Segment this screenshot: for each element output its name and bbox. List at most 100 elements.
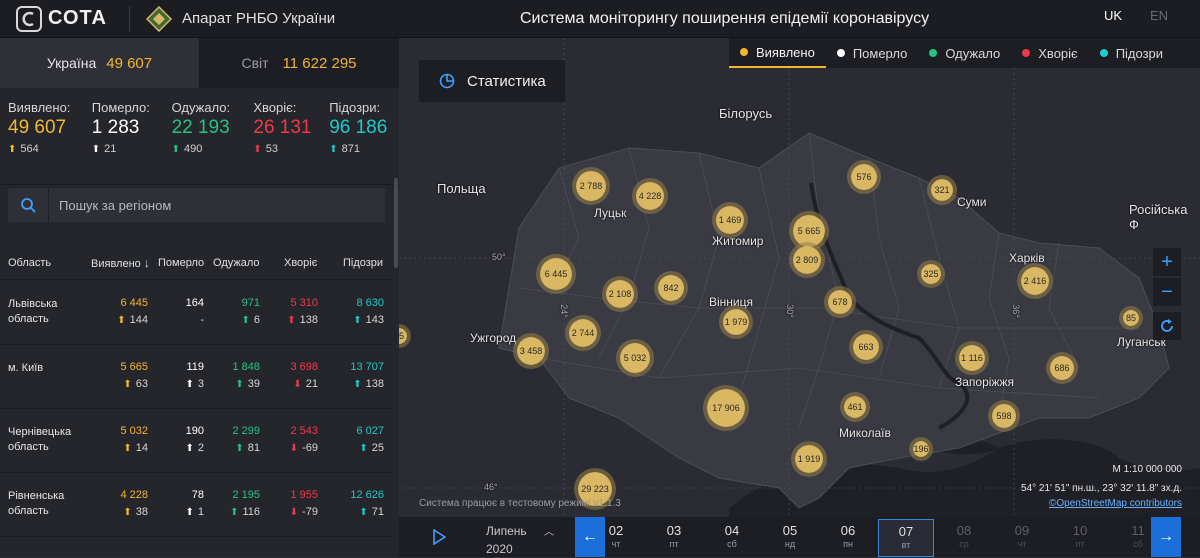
- map-cluster[interactable]: 1 979: [719, 305, 753, 339]
- stat-delta: ⬆ 490: [172, 143, 254, 155]
- cell-delta-value: -: [200, 314, 204, 326]
- table-row[interactable]: м. Київ 5 665 ⬆ 63 119 ⬆ 3 1 848 ⬆ 39 3 698 ⬇ 21 13 7…: [0, 345, 390, 409]
- day-number: 07: [898, 524, 914, 539]
- map-cluster[interactable]: 85: [1119, 306, 1143, 330]
- day-weekday: пт: [669, 539, 679, 549]
- timeline-day[interactable]: 02 чт: [588, 523, 644, 549]
- map-cluster[interactable]: 1 116: [955, 341, 989, 375]
- column-header-0[interactable]: Область: [8, 257, 51, 269]
- cell-delta-value: 63: [135, 378, 148, 390]
- table-row[interactable]: Львівська область 6 445 ⬆ 144 164-971 ⬆ 6 5 310 ⬆…: [0, 281, 390, 345]
- map-cluster[interactable]: 678: [824, 286, 856, 318]
- map-cluster[interactable]: 461: [840, 392, 870, 422]
- search-input[interactable]: [48, 188, 385, 222]
- lang-uk-button[interactable]: UK: [1104, 8, 1122, 23]
- timeline-day[interactable]: 07 вт: [878, 519, 934, 557]
- lang-en-button[interactable]: EN: [1150, 8, 1168, 23]
- stat-value: 22 193: [171, 117, 230, 138]
- map-cluster[interactable]: 5 032: [616, 339, 654, 377]
- stat-delta: ⬆ 564: [8, 143, 92, 155]
- timeline-day[interactable]: 05 нд: [762, 523, 818, 549]
- map-label-sumy: Суми: [957, 195, 987, 209]
- cell-sick-delta: ⬆ 138: [287, 314, 318, 326]
- zoom-in-button[interactable]: +: [1153, 248, 1181, 276]
- legend-item-4[interactable]: Підозри: [1089, 38, 1174, 68]
- cell-detected-delta: ⬆ 144: [117, 314, 148, 326]
- cell-recovered: 2 195: [232, 489, 260, 501]
- cell-sick: 2 543: [290, 425, 318, 437]
- column-header-2[interactable]: Померло: [158, 257, 204, 269]
- cell-sick: 3 698: [290, 361, 318, 373]
- region-search[interactable]: [8, 188, 385, 222]
- cell-susp-delta: ⬆ 25: [359, 442, 384, 454]
- table-row[interactable]: Чернівецька область 5 032 ⬆ 14 190 ⬆ 2 2 299 ⬆ 81 2…: [0, 409, 390, 473]
- stat-value: 49 607: [8, 117, 67, 138]
- day-weekday: чт: [1017, 539, 1027, 549]
- sidebar-scrollbar[interactable]: [394, 178, 398, 268]
- month-selector[interactable]: Липень ︿ 2020: [486, 523, 554, 558]
- cell-delta-value: 138: [365, 378, 384, 390]
- stat-delta: ⬆ 871: [329, 143, 399, 155]
- stat-label: Померло:: [91, 100, 150, 115]
- timeline-day[interactable]: 10 пт: [1052, 523, 1108, 549]
- map-area[interactable]: 50° 46° 24° 30° 36° Білорусь Польща Росі…: [399, 38, 1200, 557]
- tab-world[interactable]: Світ 11 622 295: [199, 38, 399, 88]
- map-cluster[interactable]: 321: [927, 175, 957, 205]
- timeline-day[interactable]: 06 пн: [820, 523, 876, 549]
- play-button[interactable]: [419, 517, 459, 557]
- cell-dead: 119: [186, 361, 204, 373]
- cell-dead-delta: ⬆ 3: [185, 378, 204, 390]
- map-cluster[interactable]: 2 788: [572, 167, 610, 205]
- map-cluster[interactable]: 1 919: [791, 441, 827, 477]
- sort-desc-icon: ↓: [143, 255, 150, 270]
- day-number: 06: [840, 523, 856, 538]
- map-cluster[interactable]: 17 906: [703, 385, 749, 431]
- table-row[interactable]: Рівненська область 4 228 ⬆ 38 78 ⬆ 1 2 195 ⬆ 116 1 …: [0, 473, 390, 537]
- arrow-up-icon: ⬆: [185, 379, 194, 390]
- cota-logo[interactable]: СОТА: [0, 5, 130, 32]
- column-header-4[interactable]: Хворіє: [284, 257, 317, 269]
- legend-item-2[interactable]: Одужало: [918, 38, 1011, 68]
- column-header-5[interactable]: Підозри: [343, 257, 383, 269]
- map-cluster[interactable]: 6 445: [536, 254, 576, 294]
- timeline-day[interactable]: 03 пт: [646, 523, 702, 549]
- legend-item-0[interactable]: Виявлено: [729, 38, 826, 68]
- map-cluster[interactable]: 2 809: [789, 242, 825, 278]
- stat-delta-value: 490: [183, 143, 203, 155]
- arrow-up-icon: ⬆: [353, 315, 362, 326]
- timeline-day[interactable]: 09 чт: [994, 523, 1050, 549]
- timeline-day[interactable]: 04 сб: [704, 523, 760, 549]
- column-header-3[interactable]: Одужало: [213, 257, 260, 269]
- map-cluster[interactable]: 598: [988, 400, 1020, 432]
- statistics-button[interactable]: Статистика: [419, 60, 565, 102]
- map-legend: Виявлено Померло Одужало Хворіє Підозри: [729, 38, 1200, 68]
- map-cluster[interactable]: 2 108: [602, 276, 638, 312]
- stat-delta-value: 564: [20, 143, 39, 155]
- map-cluster[interactable]: 663: [849, 330, 883, 364]
- map-cluster[interactable]: 4 228: [632, 178, 668, 214]
- osm-attribution-link[interactable]: ©OpenStreetMap contributors: [1049, 498, 1182, 509]
- map-cluster[interactable]: 1 469: [712, 202, 748, 238]
- map-cluster[interactable]: 3 458: [513, 333, 549, 369]
- grid-label-lon36: 36°: [1010, 304, 1021, 318]
- map-cluster[interactable]: 686: [1046, 352, 1078, 384]
- map-cluster[interactable]: 576: [847, 160, 881, 194]
- legend-item-3[interactable]: Хворіє: [1011, 38, 1088, 68]
- map-cluster[interactable]: 2 416: [1017, 263, 1053, 299]
- map-cluster[interactable]: 325: [917, 260, 945, 288]
- legend-item-1[interactable]: Померло: [826, 38, 919, 68]
- pie-chart-icon: [439, 73, 455, 89]
- zoom-out-button[interactable]: −: [1153, 278, 1181, 306]
- org-name[interactable]: Апарат РНБО України: [130, 5, 335, 32]
- tab-ukraine[interactable]: Україна 49 607: [0, 38, 199, 88]
- timeline-day[interactable]: 08 ср: [936, 523, 992, 549]
- reset-view-button[interactable]: [1153, 312, 1181, 340]
- next-day-button[interactable]: →: [1151, 517, 1181, 557]
- map-label-mykolaiv: Миколаїв: [839, 426, 891, 440]
- map-cluster[interactable]: 842: [654, 271, 688, 305]
- map-cluster[interactable]: 196: [909, 437, 933, 461]
- map-cluster[interactable]: 2 744: [565, 315, 601, 351]
- column-header-1[interactable]: Виявлено ↓: [91, 256, 150, 270]
- cell-detected-delta: ⬆ 14: [123, 442, 148, 454]
- cell-susp: 13 707: [350, 361, 384, 373]
